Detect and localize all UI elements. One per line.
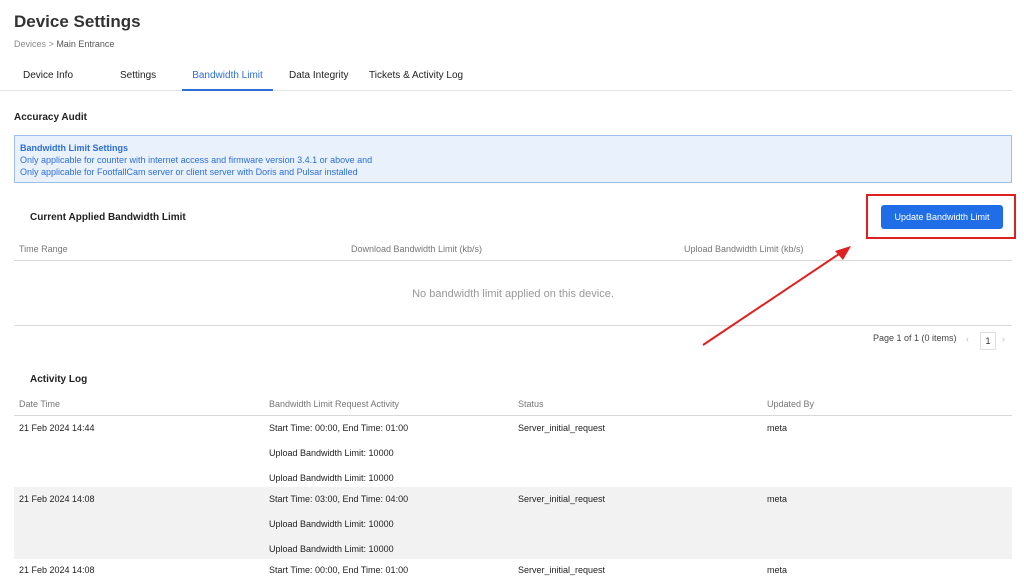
cell-date-time: 21 Feb 2024 14:44 xyxy=(19,423,95,433)
cell-status: Server_initial_request xyxy=(518,494,606,504)
tab-bandwidth-limit[interactable]: Bandwidth Limit xyxy=(182,70,273,91)
cell-activity-line: Upload Bandwidth Limit: 10000 xyxy=(269,473,394,483)
column-header-date-time: Date Time xyxy=(19,399,61,409)
cell-status: Server_initial_request xyxy=(518,565,606,575)
pagination-prev-icon[interactable]: ‹ xyxy=(966,334,969,344)
breadcrumb: Devices > Main Entrance xyxy=(14,39,114,49)
info-line-2: Only applicable for FootfallCam server o… xyxy=(20,167,358,177)
cell-activity-line: Upload Bandwidth Limit: 10000 xyxy=(269,544,394,554)
tab-tickets-activity-log[interactable]: Tickets & Activity Log xyxy=(369,70,463,91)
cell-updated-by: meta xyxy=(767,494,788,504)
section-title-accuracy-audit: Accuracy Audit xyxy=(14,112,87,123)
cell-status: Server_initial_request xyxy=(518,423,606,433)
cell-updated-by: meta xyxy=(767,565,788,575)
column-header-download-limit: Download Bandwidth Limit (kb/s) xyxy=(351,244,483,254)
update-bandwidth-limit-button[interactable]: Update Bandwidth Limit xyxy=(881,205,1003,229)
cell-activity-line: Upload Bandwidth Limit: 10000 xyxy=(269,519,394,529)
section-title-activity-log: Activity Log xyxy=(30,374,88,385)
table-bottom-divider xyxy=(14,325,1012,326)
info-line-1: Only applicable for counter with interne… xyxy=(20,155,373,165)
info-box: Bandwidth Limit Settings Only applicable… xyxy=(14,135,1012,183)
info-title: Bandwidth Limit Settings xyxy=(20,143,128,153)
table-row: 21 Feb 2024 14:08 Start Time: 00:00, End… xyxy=(14,559,1012,586)
column-header-updated-by: Updated By xyxy=(767,399,815,409)
activity-header-row: Date Time Bandwidth Limit Request Activi… xyxy=(14,399,1012,416)
pagination-page-1[interactable]: 1 xyxy=(980,332,996,350)
pagination-next-icon[interactable]: › xyxy=(1002,334,1005,344)
breadcrumb-devices[interactable]: Devices xyxy=(14,39,46,49)
cell-updated-by: meta xyxy=(767,423,788,433)
activity-table: Date Time Bandwidth Limit Request Activi… xyxy=(14,399,1012,419)
column-header-status: Status xyxy=(518,399,544,409)
breadcrumb-separator: > xyxy=(48,39,54,49)
tab-bar: Device Info Settings Bandwidth Limit Dat… xyxy=(0,64,1012,91)
cell-activity-line: Start Time: 03:00, End Time: 04:00 xyxy=(269,494,409,504)
tab-data-integrity[interactable]: Data Integrity xyxy=(289,70,348,91)
table-row: 21 Feb 2024 14:44 Start Time: 00:00, End… xyxy=(14,417,1012,487)
column-header-time-range: Time Range xyxy=(19,244,68,254)
cell-date-time: 21 Feb 2024 14:08 xyxy=(19,565,95,575)
column-header-upload-limit: Upload Bandwidth Limit (kb/s) xyxy=(684,244,804,254)
tab-device-info[interactable]: Device Info xyxy=(23,70,73,91)
cell-activity-line: Upload Bandwidth Limit: 10000 xyxy=(269,448,394,458)
table-header-row: Time Range Download Bandwidth Limit (kb/… xyxy=(14,244,1012,261)
breadcrumb-current: Main Entrance xyxy=(56,39,115,49)
tab-settings[interactable]: Settings xyxy=(120,70,156,91)
current-limit-table: Time Range Download Bandwidth Limit (kb/… xyxy=(14,244,1012,326)
empty-table-message: No bandwidth limit applied on this devic… xyxy=(412,288,614,300)
table-row: 21 Feb 2024 14:08 Start Time: 03:00, End… xyxy=(14,487,1012,559)
cell-activity-line: Start Time: 00:00, End Time: 01:00 xyxy=(269,423,409,433)
pagination-summary: Page 1 of 1 (0 items) xyxy=(873,333,957,343)
cell-activity-line: Start Time: 00:00, End Time: 01:00 xyxy=(269,565,409,575)
cell-date-time: 21 Feb 2024 14:08 xyxy=(19,494,95,504)
page-title: Device Settings xyxy=(14,12,141,31)
section-title-current-bandwidth: Current Applied Bandwidth Limit xyxy=(30,212,186,223)
column-header-request-activity: Bandwidth Limit Request Activity xyxy=(269,399,400,409)
